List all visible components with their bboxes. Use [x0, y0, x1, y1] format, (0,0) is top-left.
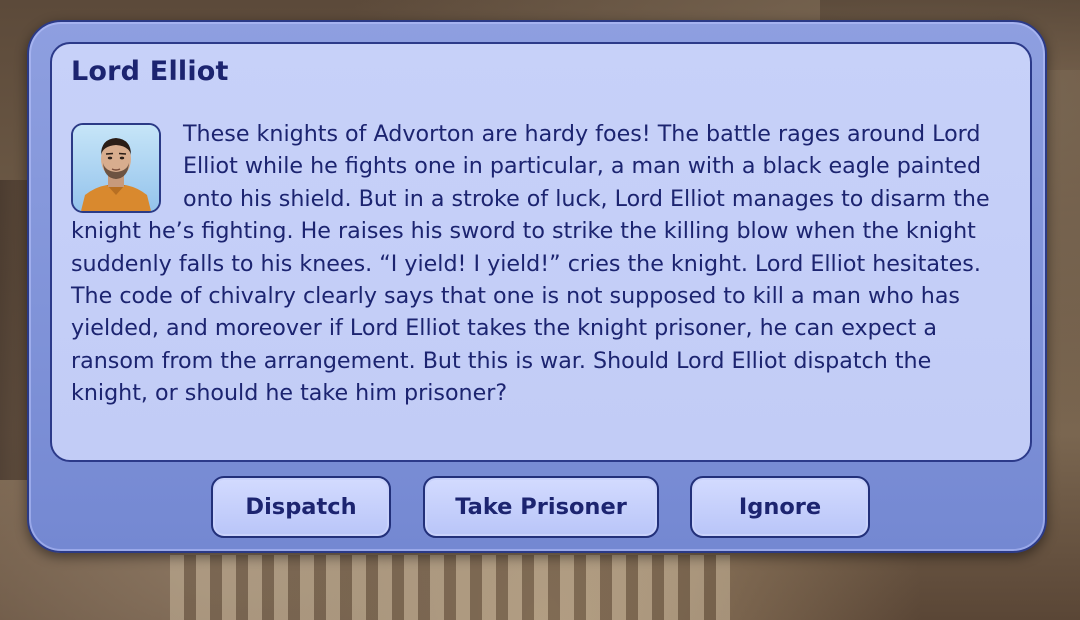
dialog-text-panel: Lord Elliot These knights of Advorton ar…	[50, 42, 1032, 462]
dialog-message: These knights of Advorton are hardy foes…	[71, 118, 1015, 410]
take-prisoner-button[interactable]: Take Prisoner	[423, 476, 659, 538]
dialog-message-text: These knights of Advorton are hardy foes…	[71, 121, 990, 407]
dialog-button-row: Dispatch Take Prisoner Ignore	[29, 476, 1045, 540]
background-fence	[170, 555, 730, 620]
event-dialog: Lord Elliot These knights of Advorton ar…	[27, 20, 1047, 553]
ignore-button[interactable]: Ignore	[690, 476, 870, 538]
dispatch-button[interactable]: Dispatch	[211, 476, 391, 538]
portrait-spacer	[71, 118, 183, 215]
dialog-title: Lord Elliot	[71, 56, 229, 87]
